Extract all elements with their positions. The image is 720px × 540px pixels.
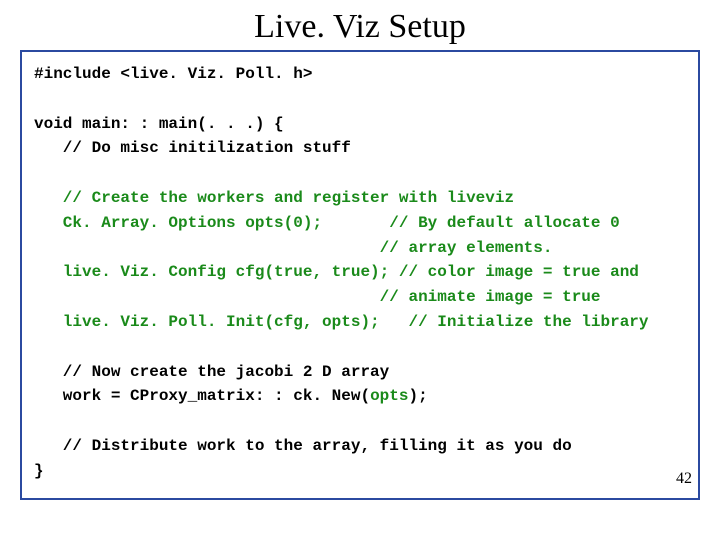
code-line: // Now create the jacobi 2 D array bbox=[34, 363, 389, 381]
code-line: ); bbox=[408, 387, 427, 405]
code-line: live. Viz. Config cfg(true, true); bbox=[34, 263, 399, 281]
code-arg: opts bbox=[370, 387, 408, 405]
code-box: #include <live. Viz. Poll. h> void main:… bbox=[20, 50, 700, 500]
page-number: 42 bbox=[676, 467, 692, 492]
code-line bbox=[34, 239, 380, 257]
code-comment: // Initialize the library bbox=[408, 313, 648, 331]
code-line: void main: : main(. . .) { bbox=[34, 115, 284, 133]
slide-title: Live. Viz Setup bbox=[0, 0, 720, 50]
code-line: #include <live. Viz. Poll. h> bbox=[34, 65, 312, 83]
code-comment: // Create the workers and register with … bbox=[34, 189, 514, 207]
code-content: #include <live. Viz. Poll. h> void main:… bbox=[34, 62, 686, 484]
code-comment: // color image = true and bbox=[399, 263, 639, 281]
code-line bbox=[34, 288, 380, 306]
code-comment: // By default allocate 0 bbox=[389, 214, 619, 232]
code-line: work = CProxy_matrix: : ck. New( bbox=[34, 387, 370, 405]
code-comment: // array elements. bbox=[380, 239, 553, 257]
code-line: // Distribute work to the array, filling… bbox=[34, 437, 572, 455]
code-line: // Do misc initilization stuff bbox=[34, 139, 351, 157]
code-line: live. Viz. Poll. Init(cfg, opts); bbox=[34, 313, 408, 331]
code-line: } bbox=[34, 462, 44, 480]
code-comment: // animate image = true bbox=[380, 288, 601, 306]
code-line: Ck. Array. Options opts(0); bbox=[34, 214, 389, 232]
